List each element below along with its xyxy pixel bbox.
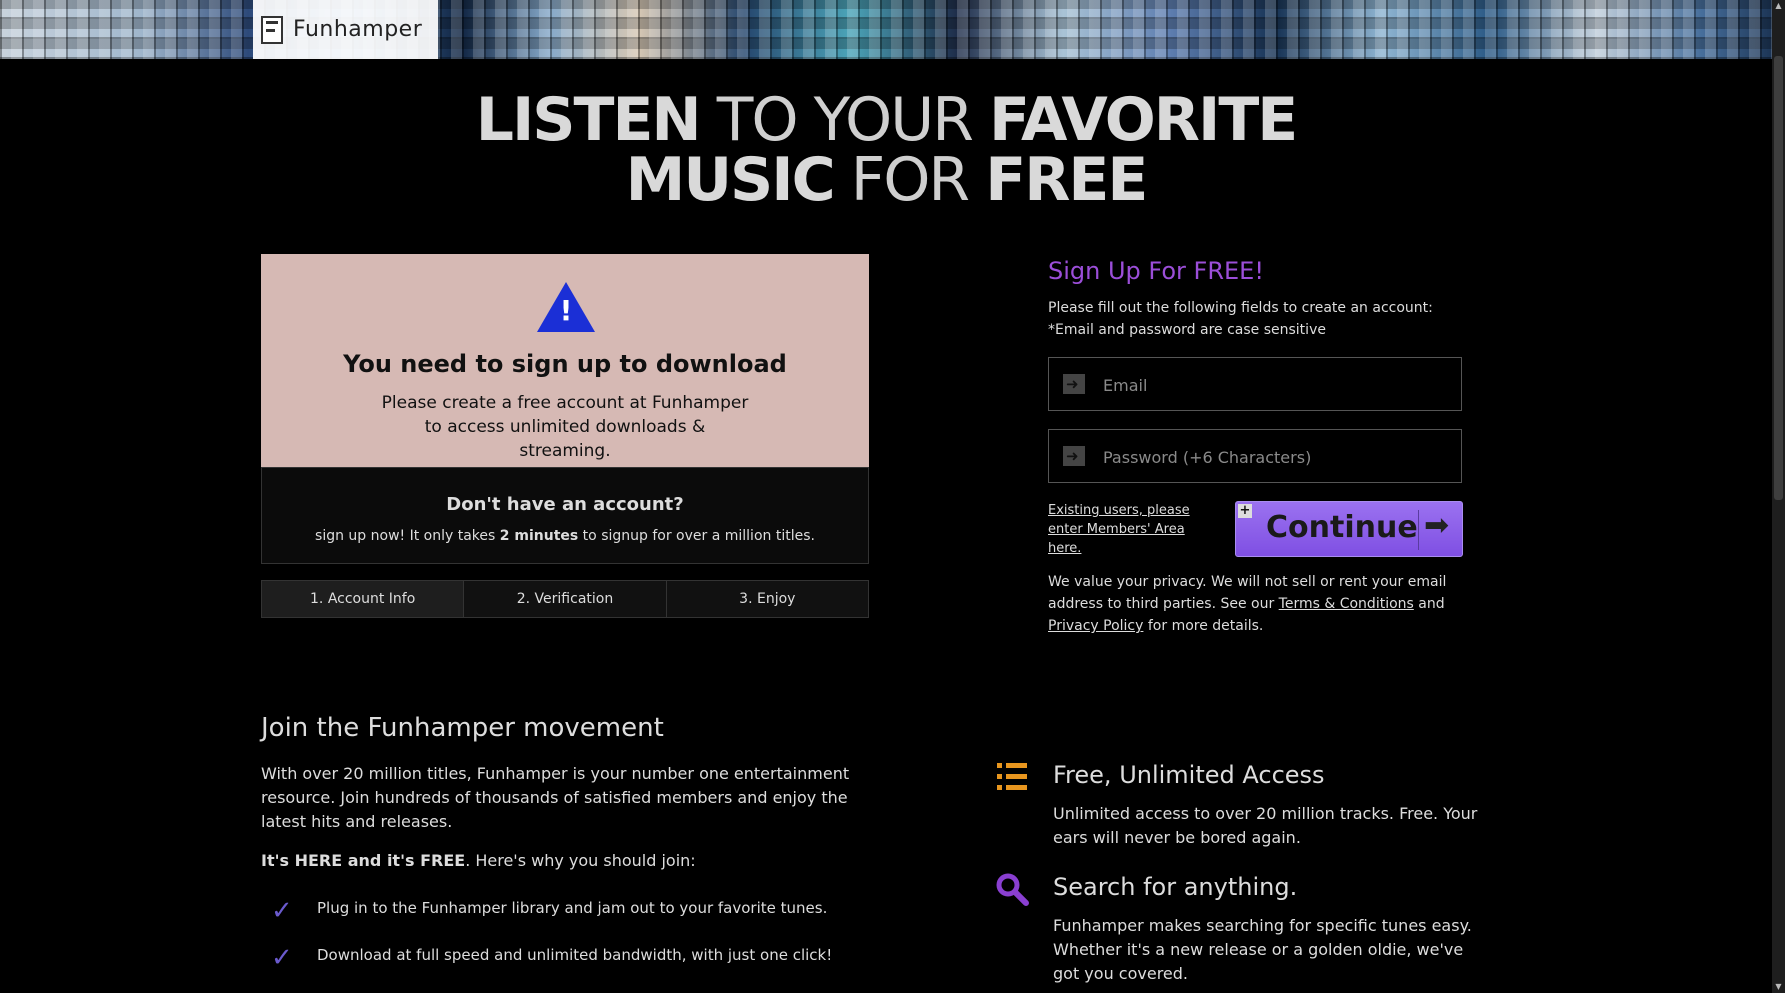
checkmark-icon: ✓ xyxy=(271,896,293,926)
scroll-up-icon[interactable]: ▲ xyxy=(1772,0,1785,12)
bullet-text: Plug in to the Funhamper library and jam… xyxy=(317,899,828,917)
hero-line-1: LISTEN TO YOUR FAVORITE xyxy=(0,90,1772,150)
hero-word: MUSIC xyxy=(625,145,836,215)
email-field[interactable] xyxy=(1048,357,1462,412)
why-join-bold: It's HERE and it's FREE xyxy=(261,851,466,870)
hero-title: LISTEN TO YOUR FAVORITE MUSIC FOR FREE xyxy=(0,90,1772,210)
account-title: Don't have an account? xyxy=(446,494,684,515)
signup-title: Sign Up For FREE! xyxy=(1048,257,1264,285)
privacy-policy-link[interactable]: Privacy Policy xyxy=(1048,618,1143,634)
continue-button[interactable]: + Continue ➡ xyxy=(1235,501,1463,557)
checkmark-icon: ✓ xyxy=(271,943,293,973)
privacy-notice: We value your privacy. We will not sell … xyxy=(1048,571,1448,637)
account-prompt: Don't have an account? sign up now! It o… xyxy=(261,467,869,564)
account-text: sign up now! It only takes 2 minutes to … xyxy=(262,528,868,544)
scrollbar-thumb[interactable] xyxy=(1774,56,1783,500)
step-account-info: 1. Account Info xyxy=(262,581,465,617)
account-text-before: sign up now! It only takes xyxy=(315,528,500,544)
hero-word: FREE xyxy=(985,145,1148,215)
account-text-after: to signup for over a million titles. xyxy=(578,528,815,544)
plus-icon: + xyxy=(1238,503,1252,518)
brand-name: Funhamper xyxy=(293,17,423,42)
hero-word: FOR xyxy=(833,145,986,215)
alert-title: You need to sign up to download xyxy=(343,350,787,378)
signup-desc-line1: Please fill out the following fields to … xyxy=(1048,300,1433,316)
signup-required-alert: ! You need to sign up to download Please… xyxy=(261,254,869,467)
arrow-right-icon xyxy=(1063,446,1085,466)
movement-title: Join the Funhamper movement xyxy=(261,713,664,743)
continue-label: Continue xyxy=(1266,510,1418,545)
feature-body: Unlimited access to over 20 million trac… xyxy=(1053,804,1478,847)
search-icon xyxy=(996,873,1029,906)
arrow-right-icon: ➡ xyxy=(1424,508,1450,543)
privacy-text: and xyxy=(1413,596,1445,612)
scroll-down-icon[interactable]: ▼ xyxy=(1772,981,1785,993)
feature-title: Free, Unlimited Access xyxy=(1053,761,1325,789)
why-join-rest: . Here's why you should join: xyxy=(465,851,696,870)
bullet-text: Download at full speed and unlimited ban… xyxy=(317,946,833,964)
password-field[interactable] xyxy=(1048,429,1462,484)
feature-title: Search for anything. xyxy=(1053,873,1298,901)
scrollbar[interactable]: ▲ ▼ xyxy=(1772,0,1785,993)
alert-body: Please create a free account at Funhampe… xyxy=(381,393,749,461)
step-enjoy: 3. Enjoy xyxy=(666,581,868,617)
funhamper-logo-icon xyxy=(261,15,283,44)
password-input[interactable] xyxy=(1101,430,1455,484)
hero-line-2: MUSIC FOR FREE xyxy=(0,150,1772,210)
exclamation-mark: ! xyxy=(559,294,573,327)
signup-desc-line2: *Email and password are case sensitive xyxy=(1048,322,1326,338)
signup-description: Please fill out the following fields to … xyxy=(1048,297,1433,341)
step-verification: 2. Verification xyxy=(464,581,667,617)
button-divider xyxy=(1418,510,1419,550)
account-text-bold: 2 minutes xyxy=(499,528,579,544)
why-join: It's HERE and it's FREE. Here's why you … xyxy=(261,851,696,870)
terms-link[interactable]: Terms & Conditions xyxy=(1279,596,1414,612)
movement-body: With over 20 million titles, Funhamper i… xyxy=(261,764,850,831)
list-icon xyxy=(997,763,1027,790)
email-input[interactable] xyxy=(1101,358,1455,412)
signup-steps: 1. Account Info 2. Verification 3. Enjoy xyxy=(261,580,869,618)
arrow-right-icon xyxy=(1063,374,1085,394)
feature-body: Funhamper makes searching for specific t… xyxy=(1053,916,1472,983)
privacy-text: for more details. xyxy=(1143,618,1264,634)
existing-users-link[interactable]: Existing users, please enter Members' Ar… xyxy=(1048,501,1218,558)
brand[interactable]: Funhamper xyxy=(253,0,439,59)
